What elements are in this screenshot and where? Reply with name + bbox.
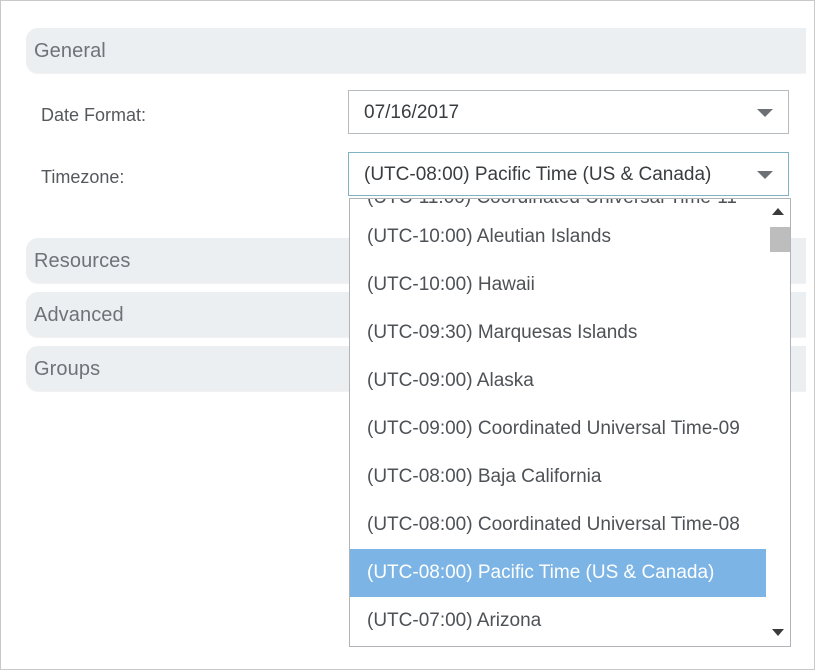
settings-panel: General Date Format: 07/16/2017 Timezone…	[0, 0, 815, 670]
timezone-option[interactable]: (UTC-09:30) Marquesas Islands	[350, 309, 766, 357]
timezone-option[interactable]: (UTC-10:00) Aleutian Islands	[350, 213, 766, 261]
timezone-option-label: (UTC-08:00) Baja California	[367, 466, 602, 487]
timezone-option[interactable]: (UTC-10:00) Hawaii	[350, 261, 766, 309]
timezone-option-label: (UTC-09:00) Alaska	[367, 370, 534, 391]
timezone-option-label: (UTC-10:00) Aleutian Islands	[367, 226, 611, 247]
timezone-option[interactable]: (UTC-11:00) Coordinated Universal Time-1…	[350, 199, 766, 213]
timezone-option[interactable]: (UTC-08:00) Coordinated Universal Time-0…	[350, 501, 766, 549]
date-format-select[interactable]: 07/16/2017	[348, 90, 789, 134]
timezone-select[interactable]: (UTC-08:00) Pacific Time (US & Canada)	[348, 152, 789, 196]
timezone-option[interactable]: (UTC-09:00) Coordinated Universal Time-0…	[350, 405, 766, 453]
section-resources-title: Resources	[34, 250, 131, 272]
timezone-label: Timezone:	[41, 167, 125, 187]
chevron-down-icon	[757, 171, 773, 179]
date-format-label: Date Format:	[41, 105, 147, 125]
section-general-header[interactable]: General	[26, 28, 806, 73]
timezone-option-label: (UTC-08:00) Pacific Time (US & Canada)	[367, 562, 715, 583]
timezone-option-label: (UTC-11:00) Coordinated Universal Time-1…	[367, 199, 737, 209]
timezone-dropdown-list[interactable]: (UTC-11:00) Coordinated Universal Time-1…	[349, 198, 791, 647]
scroll-up-arrow-icon[interactable]	[772, 208, 784, 215]
timezone-value: (UTC-08:00) Pacific Time (US & Canada)	[364, 164, 712, 185]
timezone-option-selected[interactable]: (UTC-08:00) Pacific Time (US & Canada)	[350, 549, 766, 597]
section-general-title: General	[34, 40, 106, 62]
section-advanced-title: Advanced	[34, 304, 124, 326]
date-format-value: 07/16/2017	[364, 102, 460, 123]
timezone-option[interactable]: (UTC-09:00) Alaska	[350, 357, 766, 405]
dropdown-scrollbar[interactable]	[766, 199, 790, 646]
scroll-down-arrow-icon[interactable]	[772, 629, 784, 636]
chevron-down-icon	[757, 109, 773, 117]
timezone-option-label: (UTC-09:30) Marquesas Islands	[367, 322, 638, 343]
timezone-option-label: (UTC-07:00) Arizona	[367, 610, 542, 631]
timezone-option[interactable]: (UTC-08:00) Baja California	[350, 453, 766, 501]
section-groups-title: Groups	[34, 358, 101, 380]
timezone-option-label: (UTC-10:00) Hawaii	[367, 274, 535, 295]
timezone-option-label: (UTC-09:00) Coordinated Universal Time-0…	[367, 418, 740, 439]
scrollbar-thumb[interactable]	[770, 227, 790, 252]
timezone-option-label: (UTC-08:00) Coordinated Universal Time-0…	[367, 514, 740, 535]
timezone-option[interactable]: (UTC-07:00) Arizona	[350, 597, 766, 645]
